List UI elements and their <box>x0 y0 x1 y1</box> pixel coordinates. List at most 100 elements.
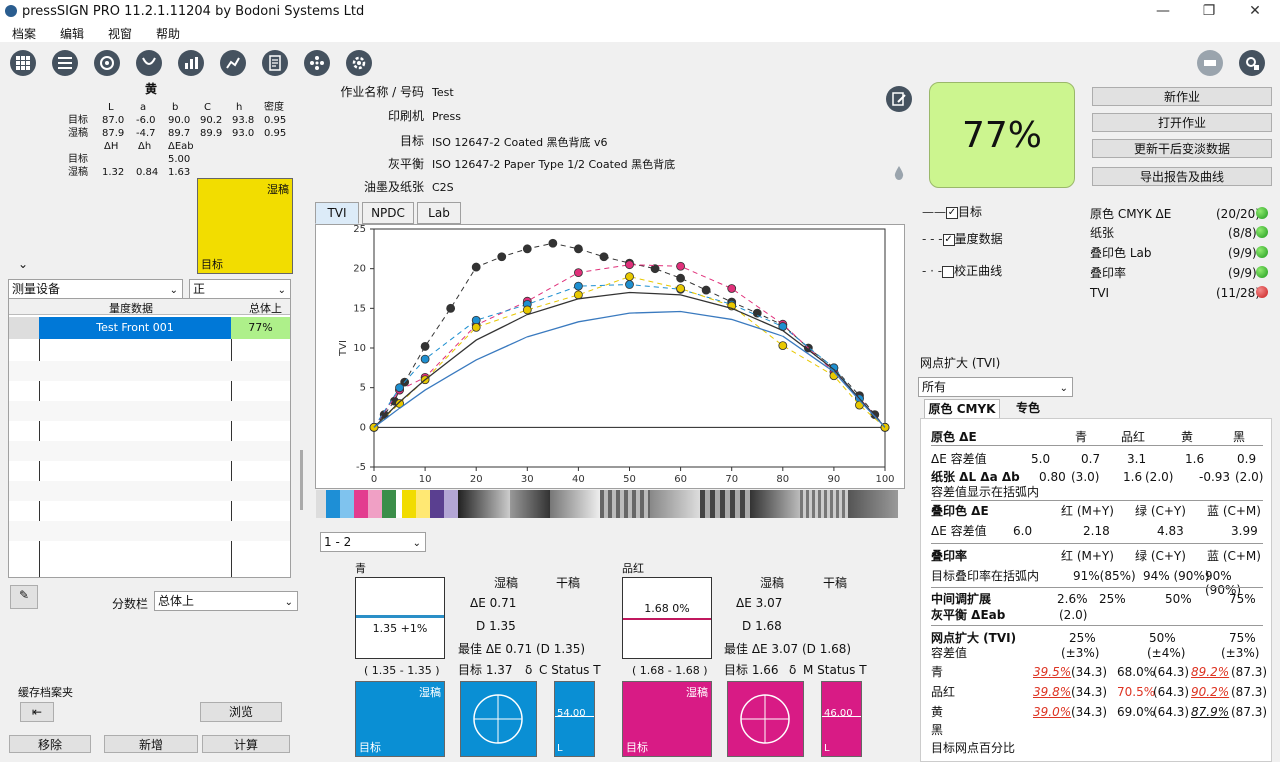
cyan-l-value: 54.00 <box>557 708 586 719</box>
wet-h: 93.0 <box>232 128 255 139</box>
target-value: ISO 12647-2 Coated 黑色背底 v6 <box>432 136 608 149</box>
tab-process-cmyk[interactable]: 原色 CMYK <box>924 399 1000 419</box>
add-button[interactable]: 新增 <box>104 735 198 753</box>
hdr-dh-small: Δh <box>138 141 152 152</box>
arrow-left-icon: ⇤ <box>31 705 43 719</box>
dots-icon[interactable] <box>304 50 330 76</box>
device-icon[interactable] <box>1197 50 1223 76</box>
tvi-row-value: (64.3) <box>1153 665 1190 679</box>
hdr-c: C <box>204 102 211 113</box>
drop-icon[interactable] <box>893 165 905 181</box>
report-r3-atol: (2.0) <box>1145 470 1174 484</box>
remove-button[interactable]: 移除 <box>9 735 91 753</box>
wet-l: 87.9 <box>102 128 125 139</box>
list-item-score[interactable]: 77% <box>231 317 290 339</box>
device-select[interactable]: 测量设备 ⌄ <box>8 279 183 299</box>
menu-view[interactable]: 视窗 <box>108 25 132 42</box>
dot-gain-select[interactable]: 所有 ⌄ <box>918 377 1073 397</box>
tab-spot-colors[interactable]: 专色 <box>1000 399 1056 419</box>
status-ok-icon <box>1256 207 1268 219</box>
menu-edit[interactable]: 编辑 <box>60 25 84 42</box>
report-r2-c: 0.7 <box>1081 452 1101 466</box>
checkbox-correction[interactable] <box>942 265 955 278</box>
data-point <box>625 272 634 281</box>
target-label: 目标 <box>399 134 424 148</box>
edit-job-icon[interactable] <box>886 86 912 112</box>
tab-tvi[interactable]: TVI <box>315 202 359 224</box>
cyan-d-label: D <box>476 619 486 633</box>
list-header-data: 量度数据 <box>109 302 153 315</box>
legend-correction[interactable]: - · - 校正曲线 <box>922 264 1002 278</box>
report-last: 目标网点百分比 <box>931 741 1016 755</box>
legend-measured[interactable]: - - - ✓ 量度数据 <box>922 232 1003 246</box>
report-r7-g: 绿 (C+Y) <box>1135 549 1186 563</box>
side-select-value: 正 <box>193 282 206 296</box>
list-item[interactable]: Test Front 001 <box>39 317 231 339</box>
checkbox-target[interactable]: ✓ <box>946 206 958 219</box>
report-r3-l: 0.80 <box>1039 470 1066 484</box>
report-r3-ltol: (3.0) <box>1071 470 1100 484</box>
bar-chart-icon[interactable] <box>178 50 204 76</box>
status-ok-icon <box>1256 266 1268 278</box>
menu-help[interactable]: 帮助 <box>156 25 180 42</box>
magenta-swatch: 湿稿 目标 <box>622 681 712 757</box>
report-r3-b: -0.93 <box>1199 470 1231 484</box>
open-job-button[interactable]: 打开作业 <box>1092 113 1272 132</box>
target-icon[interactable] <box>94 50 120 76</box>
side-select[interactable]: 正 ⌄ <box>189 279 291 299</box>
tab-lab[interactable]: Lab <box>417 202 461 224</box>
list-view-icon[interactable] <box>52 50 78 76</box>
report-icon[interactable] <box>262 50 288 76</box>
preferences-icon[interactable] <box>1239 50 1265 76</box>
splitter-handle[interactable] <box>300 450 303 510</box>
target-l: 87.0 <box>102 115 125 126</box>
grid-view-icon[interactable] <box>10 50 36 76</box>
magenta-target: 目标 1.66 <box>724 663 779 677</box>
menu-file[interactable]: 档案 <box>12 25 36 42</box>
calculate-button[interactable]: 计算 <box>202 735 290 753</box>
swatch-wet-label: 湿稿 <box>267 183 289 196</box>
tvi-row-value: 39.8% <box>1033 685 1072 699</box>
tvi-row-value: (34.3) <box>1071 705 1108 719</box>
cyan-best: 最佳 ΔE 0.71 (D 1.35) <box>458 642 586 656</box>
close-button[interactable]: ✕ <box>1232 0 1278 22</box>
tab-npdc[interactable]: NPDC <box>362 202 414 224</box>
hdr-h: h <box>236 102 243 113</box>
new-job-button[interactable]: 新作业 <box>1092 87 1272 106</box>
data-point <box>676 273 686 283</box>
report-r12-50: (±4%) <box>1147 646 1186 660</box>
window-title: pressSIGN PRO 11.2.1.11204 by Bodoni Sys… <box>22 4 365 19</box>
cache-folder-button[interactable]: ⇤ <box>20 702 54 722</box>
pen-button[interactable]: ✎ <box>10 585 38 609</box>
x-tick-label: 10 <box>419 474 432 485</box>
legend-target[interactable]: —— ✓ 目标 <box>922 205 982 219</box>
tvi-row-value: (34.3) <box>1071 685 1108 699</box>
range-select[interactable]: 1 - 2 ⌄ <box>320 532 426 552</box>
tvi-row-value: 89.2% <box>1191 665 1230 679</box>
cyan-l-label: L <box>557 743 563 754</box>
wet-density: 0.95 <box>264 128 287 139</box>
minimize-button[interactable]: — <box>1140 0 1186 22</box>
d-wet-deab: 1.63 <box>168 167 191 178</box>
report-r2-label: ΔE 容差值 <box>931 452 987 466</box>
row-handle[interactable] <box>9 317 39 339</box>
target-a: -6.0 <box>136 115 156 126</box>
report-r2-y: 1.6 <box>1185 452 1205 466</box>
checkbox-measured[interactable]: ✓ <box>942 233 955 246</box>
chevron-down-icon: ⌄ <box>284 597 293 608</box>
settings-icon[interactable] <box>346 50 372 76</box>
cyan-d: 1.35 <box>489 619 516 633</box>
cache-label: 缓存档案夹 <box>18 686 73 699</box>
update-dryback-button[interactable]: 更新干后变淡数据 <box>1092 139 1272 158</box>
report-r8-label: 目标叠印率在括弧内 <box>931 569 1040 583</box>
curve-icon[interactable] <box>136 50 162 76</box>
score-select[interactable]: 总体上 ⌄ <box>154 591 298 611</box>
export-report-button[interactable]: 导出报告及曲线 <box>1092 167 1272 186</box>
cyan-l-bar: 54.00 L <box>554 681 595 757</box>
line-chart-icon[interactable] <box>220 50 246 76</box>
report-r5-b: 蓝 (C+M) <box>1207 504 1261 518</box>
magenta-swatch-target: 目标 <box>626 741 648 754</box>
maximize-button[interactable]: ❐ <box>1186 0 1232 22</box>
browse-button[interactable]: 浏览 <box>200 702 282 722</box>
expand-icon[interactable]: ⌄ <box>18 257 28 271</box>
